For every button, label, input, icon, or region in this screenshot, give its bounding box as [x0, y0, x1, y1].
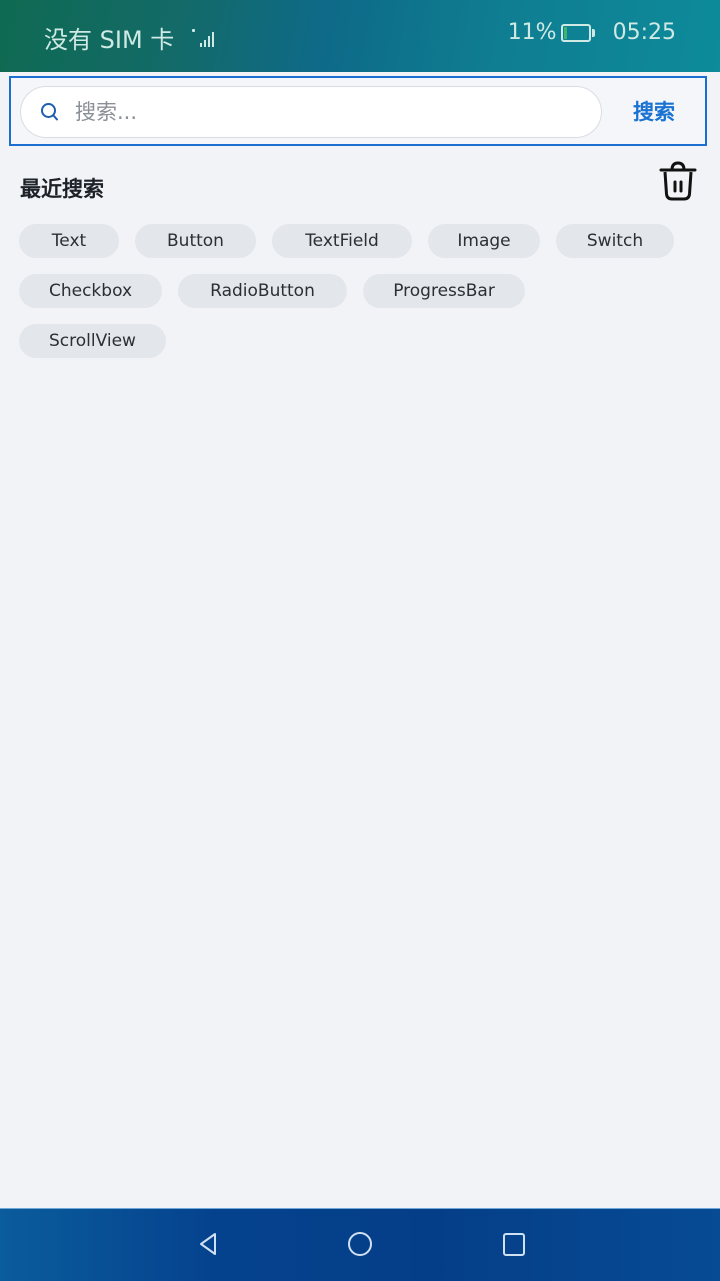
- tag-row: ScrollView: [19, 324, 699, 358]
- search-header: 搜索: [9, 76, 707, 146]
- clock: 05:25: [612, 20, 676, 45]
- recent-tag[interactable]: Switch: [556, 224, 674, 258]
- home-circle-icon: [347, 1231, 373, 1261]
- navigation-bar: [0, 1208, 720, 1281]
- tag-row: Text Button TextField Image Switch: [19, 224, 699, 258]
- clear-history-button[interactable]: [656, 160, 700, 206]
- recent-tag[interactable]: RadioButton: [178, 274, 347, 308]
- recent-tag[interactable]: Button: [135, 224, 256, 258]
- back-triangle-icon: [196, 1231, 220, 1261]
- status-bar: 没有 SIM 卡 11% 05:25: [0, 0, 720, 72]
- recent-tags: Text Button TextField Image Switch Check…: [19, 224, 699, 374]
- search-icon: [39, 101, 61, 123]
- status-right: 11% 05:25: [508, 20, 676, 45]
- search-button[interactable]: 搜索: [627, 92, 681, 130]
- recent-tag[interactable]: Image: [428, 224, 540, 258]
- status-left: 没有 SIM 卡: [44, 20, 215, 55]
- search-input[interactable]: [73, 99, 557, 125]
- carrier-text: 没有 SIM 卡: [44, 26, 175, 54]
- search-box[interactable]: [20, 86, 602, 138]
- battery-icon: [560, 23, 595, 42]
- recents-square-icon: [501, 1231, 527, 1261]
- recent-tag[interactable]: Text: [19, 224, 119, 258]
- battery-percent: 11%: [507, 20, 557, 45]
- recent-tag[interactable]: ProgressBar: [363, 274, 525, 308]
- recent-tag[interactable]: Checkbox: [19, 274, 162, 308]
- back-button[interactable]: [193, 1231, 223, 1261]
- tag-row: Checkbox RadioButton ProgressBar: [19, 274, 699, 308]
- trash-icon: [658, 160, 698, 206]
- recent-tag[interactable]: TextField: [272, 224, 412, 258]
- home-button[interactable]: [345, 1231, 375, 1261]
- signal-icon: [192, 28, 215, 47]
- recent-tag[interactable]: ScrollView: [19, 324, 166, 358]
- recent-searches-title: 最近搜索: [20, 177, 104, 201]
- recents-button[interactable]: [499, 1231, 529, 1261]
